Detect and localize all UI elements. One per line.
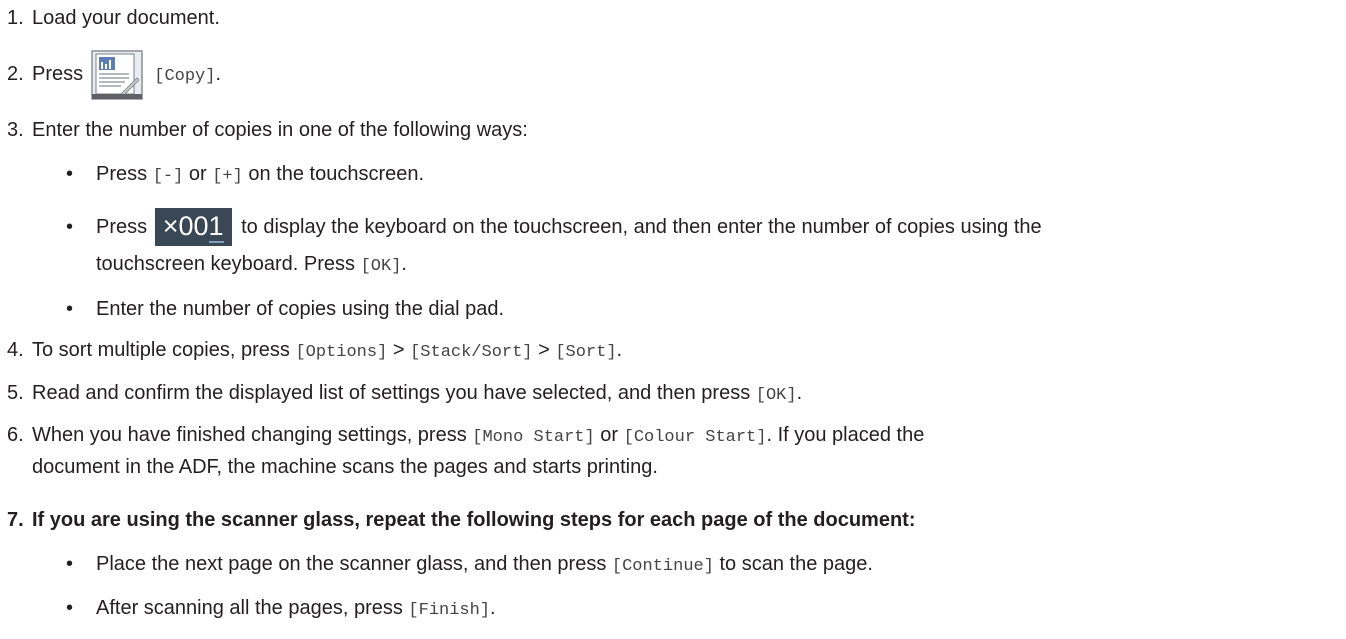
text-fragment: or (188, 163, 207, 185)
step-text: When you have finished changing settings… (32, 423, 924, 450)
minus-command: [-] (152, 167, 184, 186)
bullet-marker: • (66, 597, 74, 619)
text-fragment: to display the keyboard on the touchscre… (241, 216, 1042, 238)
step-number: 5. (7, 382, 24, 404)
bullet-marker: • (66, 553, 74, 575)
copy-count-prefix: ×00 (162, 210, 209, 241)
ok-command: [OK] (755, 386, 797, 405)
bullet-text: Place the next page on the scanner glass… (96, 552, 873, 579)
step-text: Press [Copy]. (32, 48, 221, 103)
colour-start-command: [Colour Start] (623, 428, 767, 447)
text-fragment: . If you placed the (766, 424, 925, 446)
bullet-marker: • (66, 298, 74, 320)
ok-command: [OK] (360, 257, 402, 276)
bullet-text: Enter the number of copies using the dia… (96, 298, 505, 320)
step-number: 3. (7, 119, 24, 141)
text-fragment: When you have finished changing settings… (32, 424, 467, 446)
text-fragment: Read and confirm the displayed list of s… (32, 382, 751, 404)
step-text: If you are using the scanner glass, repe… (32, 509, 916, 531)
text-fragment: After scanning all the pages, press (96, 597, 403, 619)
copy-command: [Copy] (154, 67, 216, 86)
step-number: 7. (7, 509, 24, 531)
text-fragment: on the touchscreen. (248, 163, 425, 185)
options-command: [Options] (295, 343, 388, 362)
stack-sort-command: [Stack/Sort] (410, 343, 533, 362)
bullet-text: touchscreen keyboard. Press [OK]. (96, 252, 407, 279)
plus-command: [+] (212, 167, 243, 186)
step-text: Enter the number of copies in one of the… (32, 119, 528, 141)
bullet-text: Press ×001 to display the keyboard on th… (96, 207, 1042, 247)
text-fragment: Press (96, 216, 148, 238)
text-fragment: . (490, 597, 496, 619)
text-fragment: Place the next page on the scanner glass… (96, 553, 607, 575)
text-fragment: . (401, 253, 407, 275)
bullet-marker: • (66, 163, 74, 185)
text-fragment: touchscreen keyboard. Press (96, 253, 356, 275)
step-text: document in the ADF, the machine scans t… (32, 456, 658, 478)
bullet-marker: • (66, 216, 74, 238)
text-fragment: > (538, 339, 550, 361)
step-number: 2. (7, 63, 24, 85)
bullet-text: Press [-] or [+] on the touchscreen. (96, 162, 424, 189)
text-fragment: to scan the page. (719, 553, 873, 575)
step-number: 4. (7, 339, 24, 361)
copy-document-icon[interactable] (90, 49, 143, 100)
step-text-pre: Press (32, 63, 84, 85)
sort-command: [Sort] (555, 343, 617, 362)
text-fragment: > (392, 339, 405, 361)
text-fragment: or (600, 424, 619, 446)
step-text: Read and confirm the displayed list of s… (32, 381, 802, 408)
step-number: 6. (7, 424, 24, 446)
bullet-text: After scanning all the pages, press [Fin… (96, 596, 496, 623)
text-fragment: . (796, 382, 803, 404)
step-number: 1. (7, 7, 24, 29)
step-text: To sort multiple copies, press [Options]… (32, 338, 622, 365)
step-text: Load your document. (32, 7, 220, 29)
copy-count-button[interactable]: ×001 (154, 207, 232, 246)
finish-command: [Finish] (408, 601, 491, 620)
copy-count-digit: 1 (208, 210, 224, 243)
text-fragment: . (616, 339, 623, 361)
step-text-post: . (215, 63, 222, 85)
text-fragment: To sort multiple copies, press (32, 339, 290, 361)
mono-start-command: [Mono Start] (472, 428, 595, 447)
continue-command: [Continue] (611, 557, 714, 576)
text-fragment: Press (96, 163, 148, 185)
